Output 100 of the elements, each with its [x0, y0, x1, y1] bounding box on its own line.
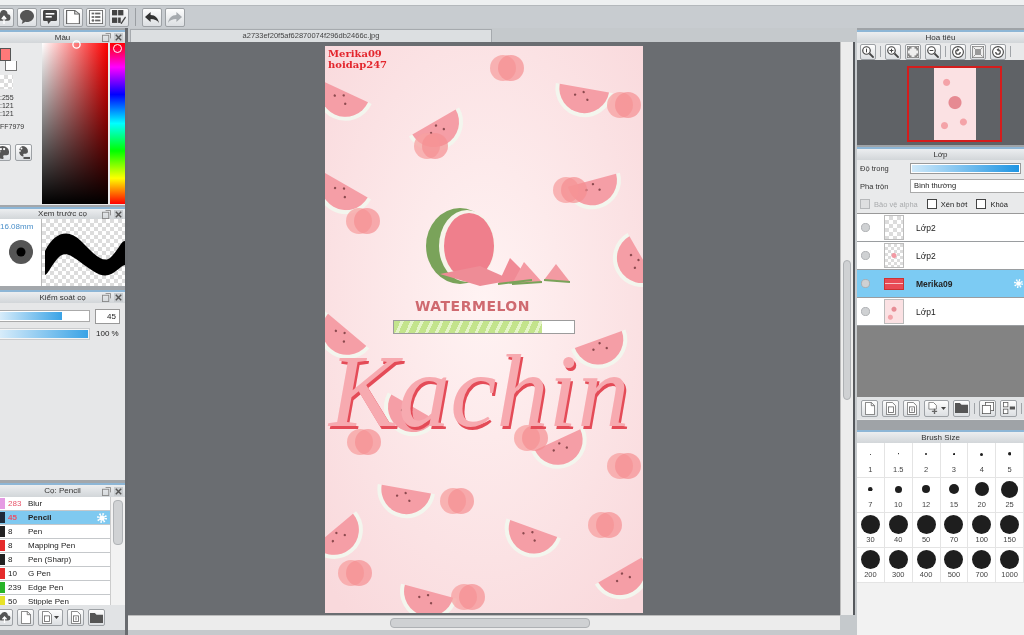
brush-dot-icon: [1007, 452, 1012, 456]
brush-item[interactable]: 8 Pen: [0, 525, 110, 539]
brush-item[interactable]: 239 Edge Pen: [0, 581, 110, 595]
layer-name: Lớp1: [916, 306, 936, 317]
close-icon[interactable]: [114, 486, 123, 496]
undock-icon[interactable]: [102, 486, 111, 496]
brush-dot-icon: [894, 485, 902, 493]
brush-dot-icon: [860, 514, 880, 534]
close-icon[interactable]: [114, 209, 123, 219]
toolbar-button[interactable]: [109, 7, 129, 27]
undo-button[interactable]: [142, 7, 162, 27]
toolbar-button[interactable]: [925, 43, 941, 60]
brush-item[interactable]: 8 Mapping Pen: [0, 539, 110, 553]
background-swatch[interactable]: [5, 61, 17, 71]
toolbar-button[interactable]: [40, 7, 60, 27]
brush-tip-icon: [8, 240, 33, 264]
speech-bubble-icon: [20, 10, 34, 24]
scrollbar-thumb[interactable]: [113, 500, 123, 545]
toolbar-button[interactable]: [953, 399, 970, 417]
caret-icon: [54, 616, 59, 619]
brush-dot-icon: [944, 514, 964, 534]
checkbox[interactable]: [976, 199, 987, 209]
scrollbar-thumb[interactable]: [843, 260, 851, 400]
horizontal-scrollbar[interactable]: [128, 615, 840, 630]
brush-dot-icon: [972, 549, 992, 569]
close-icon[interactable]: [114, 293, 123, 302]
page-frame-icon: [70, 611, 81, 624]
checkbox[interactable]: [926, 199, 937, 209]
page-icon: [66, 10, 80, 24]
layer-name: Lớp2: [916, 222, 936, 233]
page-frame-icon: [906, 401, 917, 415]
brush-dot-icon: [1000, 549, 1020, 569]
brush-size-text: 8: [8, 555, 14, 564]
layer-row[interactable]: Lớp2: [857, 242, 1024, 270]
viewport-frame[interactable]: [907, 66, 1002, 142]
size-slider[interactable]: [0, 310, 90, 322]
palette-pen-icon: [17, 146, 30, 159]
toolbar-button[interactable]: [17, 7, 37, 27]
undock-icon[interactable]: [102, 293, 111, 302]
toolbar-button[interactable]: [63, 7, 83, 27]
toolbar-button[interactable]: [86, 7, 106, 27]
scrollbar-thumb[interactable]: [390, 618, 590, 628]
brush-size-text: 10: [8, 569, 18, 578]
brush-name: Mapping Pen: [28, 541, 76, 550]
visibility-dot-icon[interactable]: [861, 279, 870, 288]
brush-dot-icon: [868, 486, 873, 492]
toolbar-button[interactable]: [88, 609, 105, 626]
layer-row[interactable]: Lớp2: [857, 214, 1024, 242]
toolbar-button[interactable]: [0, 609, 13, 626]
brush-size-text: 8: [8, 541, 14, 550]
transparent-swatch[interactable]: [0, 75, 13, 89]
visibility-dot-icon[interactable]: [861, 251, 870, 260]
brush-dot-icon: [980, 452, 984, 456]
hue-slider[interactable]: [110, 43, 125, 204]
undock-icon[interactable]: [102, 33, 111, 42]
redo-icon: [168, 11, 182, 23]
panel-title: Hoa tiêu: [925, 32, 956, 43]
frame-icon: [972, 45, 984, 58]
brush-name: Pen (Sharp): [28, 555, 72, 564]
toolbar-button[interactable]: [924, 399, 949, 417]
size-input[interactable]: 45: [95, 308, 120, 324]
toolbar-button[interactable]: [990, 43, 1006, 60]
brush-item[interactable]: 45 Pencil: [0, 511, 110, 525]
toolbar-button[interactable]: [0, 7, 14, 27]
close-icon[interactable]: [114, 33, 123, 42]
foreground-swatch[interactable]: [0, 48, 11, 61]
visibility-dot-icon[interactable]: [861, 223, 870, 232]
toolbar-button[interactable]: [950, 43, 966, 60]
folder-icon: [90, 612, 103, 623]
merge-icon: [1002, 402, 1015, 414]
caret-icon: [941, 406, 946, 410]
layer-row[interactable]: Lớp1: [857, 298, 1024, 326]
page-icon: [864, 401, 875, 415]
toolbar-button[interactable]: [15, 144, 32, 161]
title-lettering: Kachin: [329, 338, 630, 444]
brush-dot-icon: [922, 485, 931, 493]
rotate-left-icon: [952, 45, 964, 58]
brush-item[interactable]: 10 G Pen: [0, 567, 110, 581]
color-field[interactable]: [42, 43, 108, 204]
opacity-value: 100 %: [96, 329, 119, 339]
navigator-thumbnail: [933, 68, 976, 140]
brush-item[interactable]: 8 Pen (Sharp): [0, 553, 110, 567]
toolbar-button[interactable]: [885, 43, 901, 60]
stacked-squares-icon: [981, 402, 994, 414]
brush-name: Stipple Pen: [28, 597, 69, 605]
visibility-dot-icon[interactable]: [861, 307, 870, 316]
brush-dot-icon: [860, 549, 880, 569]
brush-dot-icon: [974, 482, 989, 496]
brush-item[interactable]: 283 Blur: [0, 497, 110, 511]
vertical-scrollbar[interactable]: [840, 42, 855, 615]
layer-name: Merika09: [916, 278, 953, 289]
layer-row[interactable]: Merika09: [857, 270, 1024, 298]
brush-name: G Pen: [28, 569, 51, 578]
toolbar-button[interactable]: [860, 43, 876, 60]
panel-title: Lớp: [933, 149, 948, 160]
toolbar-button[interactable]: [1000, 399, 1017, 417]
toolbar-button[interactable]: [979, 399, 996, 417]
panel-title: Xem trước cọ: [38, 209, 87, 219]
brush-dot-icon: [1000, 514, 1020, 534]
undock-icon[interactable]: [102, 209, 111, 219]
